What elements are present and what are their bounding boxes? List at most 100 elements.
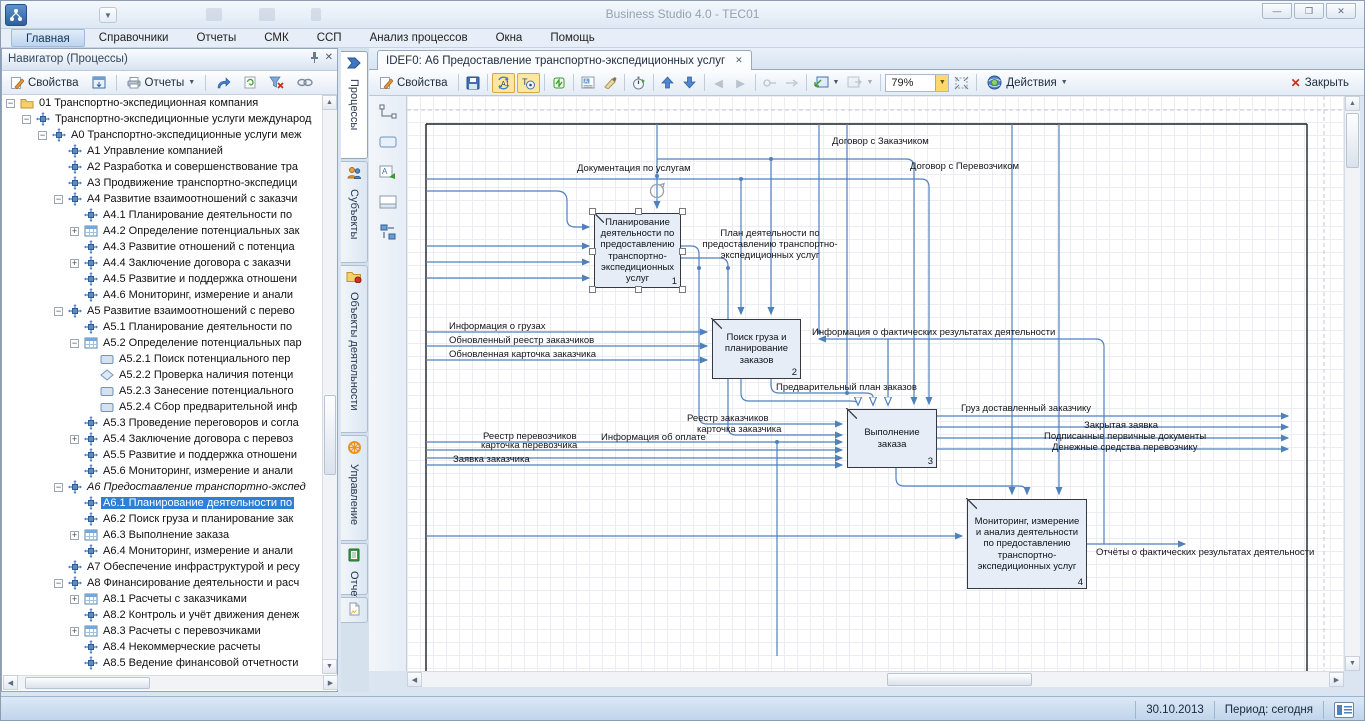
tree-item[interactable]: А6.1 Планирование деятельности по [3, 495, 323, 511]
tree-item[interactable]: А8.2 Контроль и учёт движения денеж [3, 607, 323, 623]
scroll-down-icon[interactable]: ▼ [1345, 656, 1360, 671]
scroll-up-icon[interactable]: ▲ [322, 95, 337, 110]
arrow-label[interactable]: Обновленный реестр заказчиков [449, 336, 594, 347]
idef0-block-4[interactable]: Мониторинг, измерение и анализ деятельно… [967, 499, 1087, 589]
selection-handle[interactable] [679, 286, 686, 293]
nav-refresh-button[interactable] [239, 75, 261, 90]
diagram-vscroll-thumb[interactable] [1346, 113, 1359, 168]
arrow-label[interactable]: Договор с Перевозчиком [910, 162, 1019, 173]
menu-item-1[interactable]: Главная [11, 29, 85, 47]
arrow-label[interactable]: Договор с Заказчиком [832, 137, 929, 148]
tree-item[interactable]: А5.1 Планирование деятельности по [3, 319, 323, 335]
tree-item[interactable]: +А4.4 Заключение договора с заказчи [3, 255, 323, 271]
auto-renumber-button[interactable]: А1 [492, 73, 515, 93]
tree-item[interactable]: А4.5 Развитие и поддержка отношени [3, 271, 323, 287]
tree-item[interactable]: А5.6 Мониторинг, измерение и анали [3, 463, 323, 479]
tree-item[interactable]: −А6 Предоставление транспортно-экспед [3, 479, 323, 495]
arrow-label[interactable]: Информация о фактических результатах дея… [812, 328, 1055, 339]
scroll-right-icon[interactable]: ▶ [323, 675, 338, 690]
idef0-block-3[interactable]: Выполнение заказа3 [847, 409, 937, 468]
tree-expander-icon[interactable]: + [70, 531, 79, 540]
format-brush-button[interactable] [600, 73, 620, 93]
tree-item[interactable]: А7 Обеспечение инфраструктурой и ресу [3, 559, 323, 575]
nav-properties-button[interactable]: Свойства [6, 75, 84, 90]
tree-item[interactable]: А3 Продвижение транспортно-экспедици [3, 175, 323, 191]
selection-handle[interactable] [589, 248, 596, 255]
history-back-button[interactable]: ◀ [709, 73, 729, 93]
diagram-horizontal-scrollbar[interactable]: ◀ ▶ [407, 671, 1344, 687]
tree-item[interactable]: А8.5 Ведение финансовой отчетности [3, 655, 323, 671]
minimize-button[interactable]: — [1262, 3, 1292, 19]
tree-expander-icon[interactable]: + [70, 627, 79, 636]
connector-tool-button[interactable] [375, 100, 401, 124]
zoom-select[interactable]: 79% ▼ [885, 74, 949, 92]
auto-name-button[interactable]: T [517, 73, 540, 93]
tree-item[interactable]: А4.6 Мониторинг, измерение и анали [3, 287, 323, 303]
arrow-label[interactable]: Отчёты о фактических результатах деятель… [1096, 548, 1314, 559]
tree-item[interactable]: А5.3 Проведение переговоров и согла [3, 415, 323, 431]
tree-item[interactable]: −А5.2 Определение потенциальных пар [3, 335, 323, 351]
arrow-label[interactable]: План деятельности по предоставлению тран… [685, 229, 855, 262]
tree-item[interactable]: −А0 Транспортно-экспедиционные услуги ме… [3, 127, 323, 143]
scroll-left-icon[interactable]: ◀ [3, 675, 18, 690]
tree-expander-icon[interactable]: − [54, 195, 63, 204]
nav-filter-button[interactable] [264, 75, 289, 90]
side-tab-объекты-деятельности[interactable]: Объекты деятельности [341, 265, 368, 433]
nav-reports-button[interactable]: Отчеты ▼ [122, 76, 201, 90]
text-tool-button[interactable]: A [375, 160, 401, 184]
diagram-vertical-scrollbar[interactable]: ▲ ▼ [1344, 96, 1360, 671]
arrow-label[interactable]: карточка перевозчика [481, 441, 577, 452]
tree-item[interactable]: А5.5 Развитие и поддержка отношени [3, 447, 323, 463]
tree-item[interactable]: А5.2.1 Поиск потенциального пер [3, 351, 323, 367]
arrow-label[interactable]: Информация об оплате [601, 433, 706, 444]
tree-item[interactable]: +А8.1 Расчеты с заказчиками [3, 591, 323, 607]
history-forward-button[interactable]: ▶ [731, 73, 751, 93]
restore-button[interactable]: ❐ [1294, 3, 1324, 19]
side-tab-управление[interactable]: Управление [341, 435, 368, 541]
goto-diagram-button[interactable]: ▼ [811, 73, 843, 93]
tab-close-icon[interactable]: ✕ [735, 55, 743, 66]
menu-item-3[interactable]: Отчеты [182, 29, 250, 47]
scroll-right-icon[interactable]: ▶ [1329, 672, 1344, 687]
timer-button[interactable] [629, 73, 649, 93]
close-diagram-button[interactable]: ✕ Закрыть [1285, 73, 1355, 93]
tree-item[interactable]: +А4.2 Определение потенциальных зак [3, 223, 323, 239]
tree-item[interactable]: −01 Транспортно-экспедиционная компания [3, 95, 323, 111]
tree-item[interactable]: −Транспортно-экспедиционные услуги между… [3, 111, 323, 127]
scroll-down-icon[interactable]: ▼ [322, 659, 337, 674]
menu-item-5[interactable]: ССП [303, 29, 356, 47]
side-tab-отчеты[interactable]: Отчеты [341, 543, 368, 595]
selection-handle[interactable] [679, 208, 686, 215]
arrow-label[interactable]: Денежные средства перевозчику [1052, 443, 1198, 454]
status-period[interactable]: Период: сегодня [1225, 704, 1313, 716]
diagram-properties-button[interactable]: Свойства [374, 73, 454, 93]
tree-expander-icon[interactable]: − [22, 115, 31, 124]
menu-item-2[interactable]: Справочники [85, 29, 183, 47]
tree-item[interactable]: −А8 Финансирование деятельности и расч [3, 575, 323, 591]
tree-item[interactable]: −А5 Развитие взаимоотношений с перево [3, 303, 323, 319]
tree-item[interactable]: А5.2.2 Проверка наличия потенци [3, 367, 323, 383]
tree-expander-icon[interactable]: + [70, 227, 79, 236]
arrow-label[interactable]: Груз доставленный заказчику [961, 404, 1091, 415]
move-up-button[interactable] [658, 73, 678, 93]
idef0-block-2[interactable]: Поиск груза и планирование заказов2 [712, 319, 801, 379]
nav-goto-button[interactable] [211, 76, 236, 90]
nav-link-button[interactable] [292, 77, 318, 88]
scroll-up-icon[interactable]: ▲ [1345, 96, 1360, 111]
parent-diagram-button[interactable] [760, 73, 780, 93]
tree-expander-icon[interactable]: + [70, 595, 79, 604]
tree-expander-icon[interactable]: − [54, 579, 63, 588]
tree-expander-icon[interactable]: − [54, 307, 63, 316]
diagram-canvas[interactable]: Планирование деятельности по предоставле… [407, 96, 1344, 671]
selection-handle[interactable] [635, 286, 642, 293]
idef0-block-1[interactable]: Планирование деятельности по предоставле… [594, 213, 681, 288]
tree-expander-icon[interactable]: − [70, 339, 79, 348]
diagram-tab[interactable]: IDEF0: А6 Предоставление транспортно-экс… [377, 50, 752, 70]
status-list-icon[interactable] [1334, 702, 1354, 718]
close-window-button[interactable]: ✕ [1326, 3, 1356, 19]
save-button[interactable] [463, 73, 483, 93]
side-tab-процессы[interactable]: Процессы [341, 51, 368, 159]
arrow-label[interactable]: Информация о грузах [449, 322, 546, 333]
tree-expander-icon[interactable]: − [6, 99, 15, 108]
side-tab-extra[interactable] [341, 597, 368, 623]
